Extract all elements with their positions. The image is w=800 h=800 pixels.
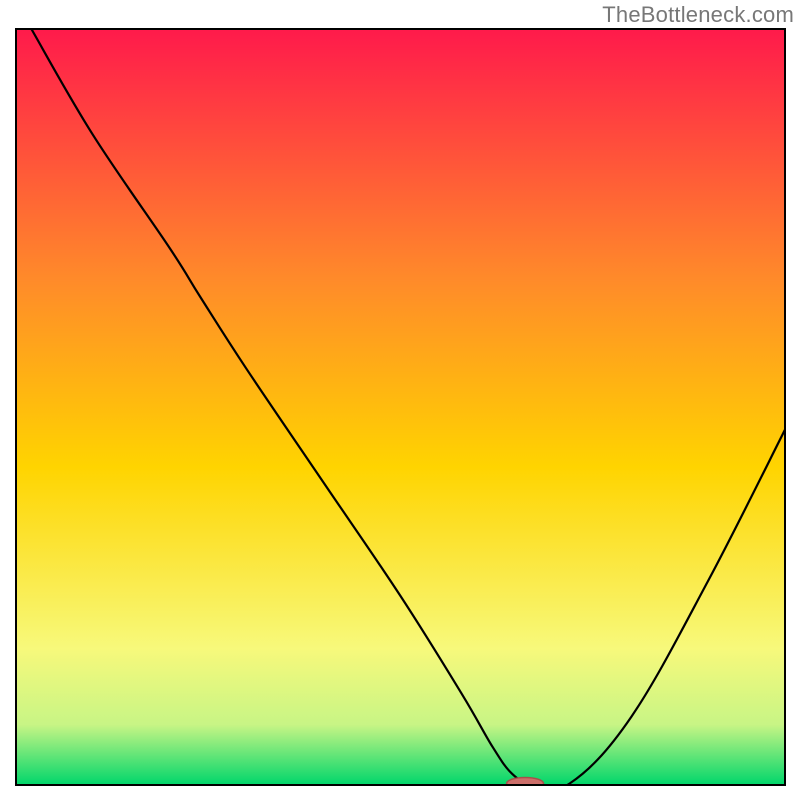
watermark-text: TheBottleneck.com	[602, 2, 794, 28]
optimal-marker	[507, 777, 544, 789]
chart-svg	[0, 0, 800, 800]
chart-frame: TheBottleneck.com	[0, 0, 800, 800]
plot-background	[16, 29, 785, 785]
